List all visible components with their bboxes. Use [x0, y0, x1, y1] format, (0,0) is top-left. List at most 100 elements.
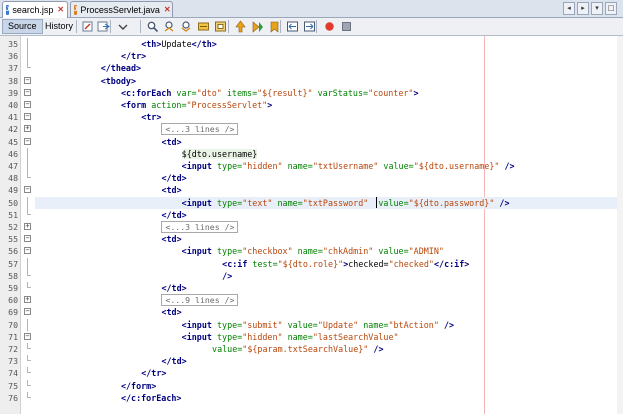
- collapse-fold-icon[interactable]: −: [24, 113, 31, 121]
- code-token-tag: <td>: [161, 185, 182, 196]
- code-line[interactable]: 52 + <...3 lines />: [0, 221, 623, 233]
- tab-navigation: ◂ ▸ ▾ □: [563, 2, 617, 15]
- expand-fold-icon[interactable]: +: [24, 223, 31, 230]
- collapse-fold-icon[interactable]: −: [24, 308, 31, 316]
- vertical-scrollbar[interactable]: [617, 36, 623, 414]
- maximize-icon[interactable]: □: [605, 2, 617, 15]
- code-text: <input type="submit" value="Update" name…: [182, 319, 454, 331]
- toggle-rectangular-icon[interactable]: [214, 20, 227, 33]
- line-number: 60: [8, 295, 18, 306]
- code-token-str: "txtUsername": [312, 161, 379, 171]
- code-line[interactable]: 74 </tr>: [0, 367, 623, 379]
- collapsed-block[interactable]: <...3 lines />: [161, 221, 239, 233]
- code-line[interactable]: 70 <input type="submit" value="Update" na…: [0, 318, 623, 331]
- code-token-attr: name=: [287, 161, 313, 171]
- expand-fold-icon[interactable]: +: [24, 296, 31, 304]
- code-token-str: "${dto.password}": [408, 197, 495, 208]
- code-token-str: "dto": [196, 87, 222, 98]
- code-line[interactable]: 72 value="${param.txtSearchValue}" />: [0, 343, 623, 355]
- code-line[interactable]: 69− <td>: [0, 306, 623, 318]
- close-icon[interactable]: ✕: [164, 5, 171, 14]
- close-icon[interactable]: ✕: [57, 6, 64, 14]
- collapsed-block[interactable]: <...9 lines />: [161, 294, 239, 307]
- stop-macro-icon[interactable]: [340, 20, 353, 33]
- code-token-str: "ADMIN": [408, 246, 444, 257]
- code-token-str: "lastSearchValue": [312, 331, 399, 342]
- java-file-icon: J: [74, 4, 78, 15]
- code-token-attr: items=: [226, 87, 258, 98]
- code-line[interactable]: 47 <input type="hidden" name="txtUsername…: [0, 160, 623, 173]
- code-line[interactable]: 37 </thead>: [0, 62, 623, 74]
- find-next-icon[interactable]: [180, 20, 193, 33]
- next-bookmark-icon[interactable]: [251, 20, 264, 33]
- collapse-fold-icon[interactable]: −: [24, 186, 31, 194]
- code-line[interactable]: 46 ${dto.username}: [0, 147, 623, 160]
- code-line[interactable]: 40− <form action="ProcessServlet">: [0, 99, 623, 111]
- history-view-button[interactable]: History: [40, 19, 78, 34]
- show-opened-documents-icon[interactable]: ▾: [591, 2, 603, 15]
- collapse-fold-icon[interactable]: −: [24, 88, 31, 96]
- code-text: <td>: [161, 233, 181, 245]
- code-token-tag: >: [267, 100, 273, 110]
- shift-right-icon[interactable]: [303, 20, 316, 33]
- code-line[interactable]: 56− <input type="checkbox" name="chkAdmin…: [0, 245, 623, 257]
- code-line[interactable]: 49− <td>: [0, 184, 623, 196]
- code-line[interactable]: 58 />: [0, 269, 623, 282]
- code-token-attr: test=: [252, 258, 278, 269]
- code-line[interactable]: 57 <c:if test="${dto.role}">checked="chec…: [0, 257, 623, 270]
- prev-bookmark-icon[interactable]: [234, 20, 247, 33]
- code-text: <tr>: [141, 111, 161, 123]
- expand-fold-icon[interactable]: +: [24, 125, 31, 133]
- code-line[interactable]: 60 + <...9 lines />: [0, 294, 623, 307]
- code-token-tag: />: [504, 161, 515, 171]
- code-token-str: "btAction": [388, 319, 439, 330]
- back-icon[interactable]: [97, 20, 110, 33]
- scroll-left-icon[interactable]: ◂: [563, 2, 575, 15]
- code-line[interactable]: 55− <td>: [0, 233, 623, 245]
- collapse-fold-icon[interactable]: −: [24, 235, 31, 243]
- toolbar-separator: [110, 20, 111, 33]
- toggle-highlight-icon[interactable]: [197, 20, 210, 33]
- code-line[interactable]: 39− <c:forEach var="dto" items="${result}…: [0, 87, 623, 99]
- code-text: <th>Update</th>: [141, 38, 217, 50]
- code-line[interactable]: 71− <input type="hidden" name="lastSearch…: [0, 331, 623, 343]
- collapse-fold-icon[interactable]: −: [24, 247, 31, 255]
- shift-left-icon[interactable]: [286, 20, 299, 33]
- code-token-str: "hidden": [242, 331, 283, 342]
- find-selection-icon[interactable]: [146, 20, 159, 33]
- code-text: <...3 lines />: [161, 123, 239, 136]
- code-line[interactable]: 48 </td>: [0, 172, 623, 184]
- code-line[interactable]: 36 </tr>: [0, 50, 623, 63]
- toolbar-separator: [140, 20, 141, 33]
- code-text: <td>: [161, 184, 181, 196]
- collapse-fold-icon[interactable]: −: [24, 101, 31, 108]
- code-line[interactable]: 45− <td>: [0, 136, 623, 148]
- code-line[interactable]: 51 </td>: [0, 208, 623, 221]
- scroll-right-icon[interactable]: ▸: [577, 2, 589, 15]
- tab-processservlet-java[interactable]: J ProcessServlet.java ✕: [70, 1, 173, 17]
- code-line[interactable]: 42 + <...3 lines />: [0, 123, 623, 136]
- code-line[interactable]: 59 </td>: [0, 282, 623, 294]
- code-text: </td>: [161, 355, 186, 367]
- find-previous-icon[interactable]: [163, 20, 176, 33]
- collapse-fold-icon[interactable]: −: [24, 137, 31, 145]
- code-text: <input type="checkbox" name="chkAdmin" v…: [182, 245, 444, 257]
- source-view-button[interactable]: Source: [2, 19, 43, 34]
- collapse-fold-icon[interactable]: −: [24, 76, 31, 84]
- collapse-fold-icon[interactable]: −: [24, 332, 31, 340]
- code-line[interactable]: 76 </c:forEach>: [0, 391, 623, 404]
- collapsed-block[interactable]: <...3 lines />: [161, 123, 239, 136]
- code-line[interactable]: 35 <th>Update</th>: [0, 38, 623, 51]
- code-editor[interactable]: 35 <th>Update</th> 36 </tr> 37 </thead> 38− <tb…: [0, 36, 623, 414]
- code-line[interactable]: 41− <tr>: [0, 111, 623, 123]
- code-line[interactable]: 75 </form>: [0, 379, 623, 392]
- last-edit-icon[interactable]: [81, 20, 94, 33]
- toolbar-separator: [228, 20, 229, 33]
- forward-icon[interactable]: [116, 20, 129, 33]
- start-macro-icon[interactable]: [323, 20, 336, 33]
- code-line[interactable]: 50 <input type="text" name="txtPassword" …: [0, 196, 623, 209]
- tab-search-jsp[interactable]: J search.jsp ✕: [2, 1, 68, 18]
- code-line[interactable]: 38− <tbody>: [0, 75, 623, 87]
- code-line[interactable]: 73 </td>: [0, 355, 623, 367]
- line-number: 76: [8, 392, 18, 403]
